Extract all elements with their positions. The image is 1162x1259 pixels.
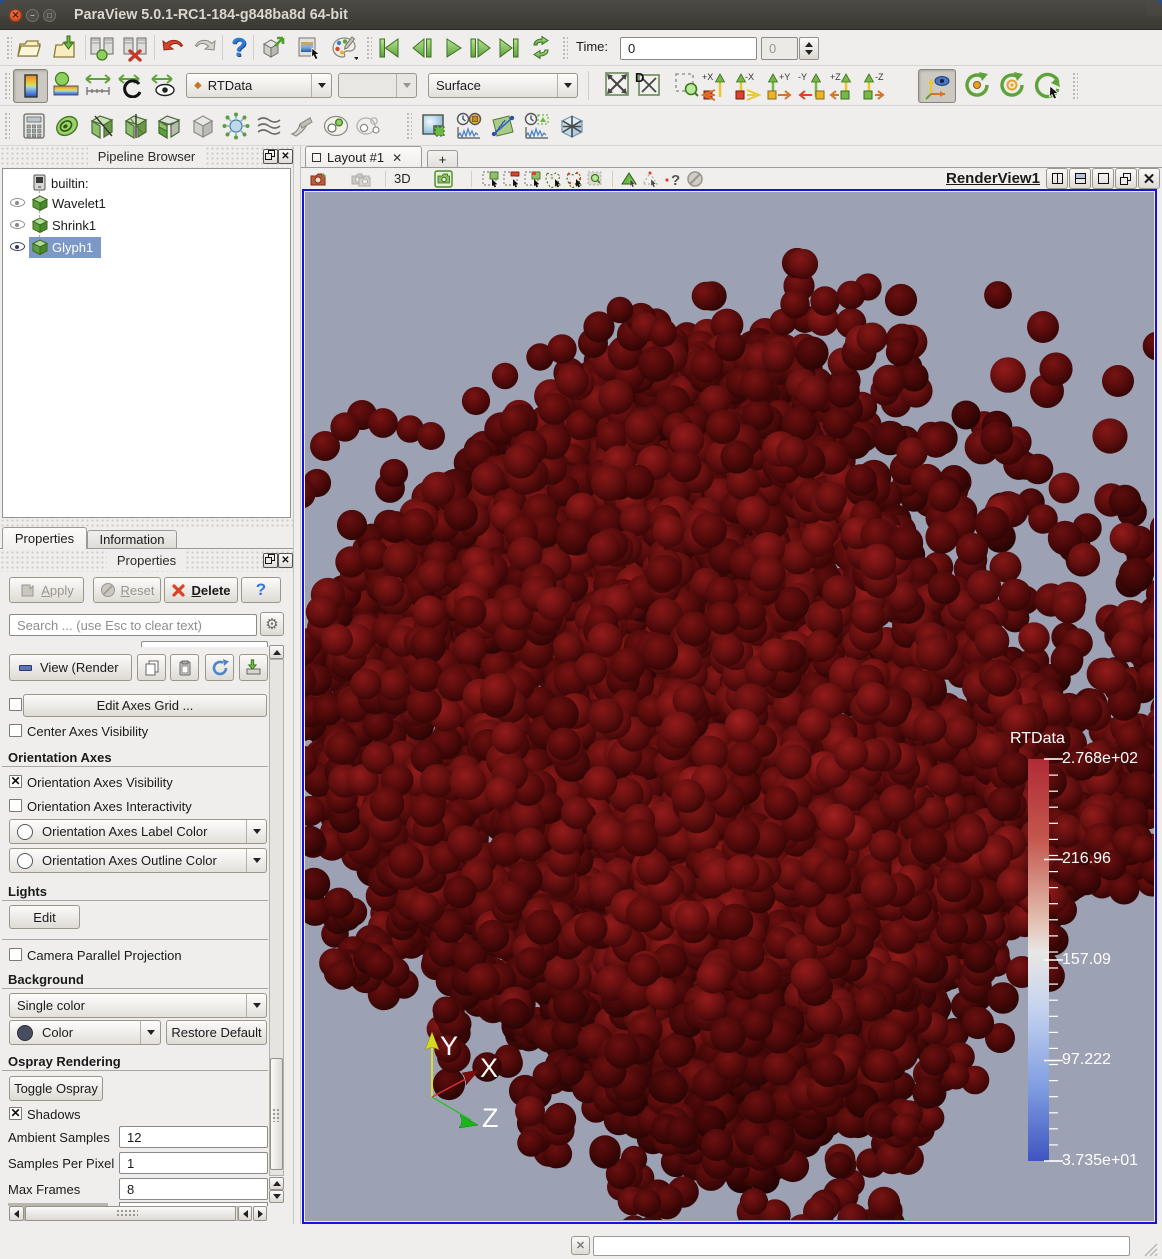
svg-text:D: D [635, 70, 644, 85]
svg-text:+Z: +Z [830, 72, 841, 82]
svg-text:?: ? [671, 172, 680, 188]
svg-text:+Y: +Y [779, 72, 790, 82]
svg-text:-X: -X [745, 72, 754, 82]
svg-text:-Z: -Z [875, 72, 884, 82]
svg-text:-Y: -Y [798, 72, 807, 82]
svg-text:+X: +X [702, 72, 713, 82]
